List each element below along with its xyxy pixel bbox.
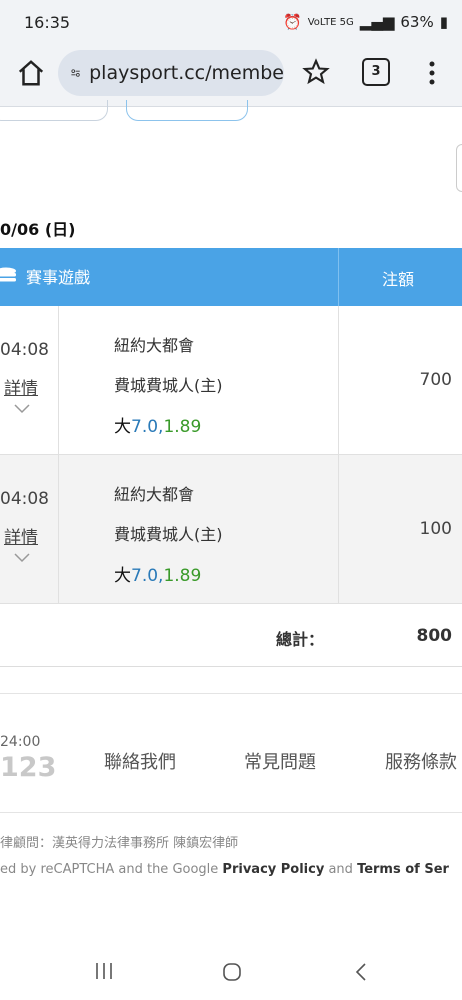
recaptcha-and: and: [324, 862, 358, 877]
chevron-down-icon[interactable]: [14, 404, 30, 414]
bet-line: 7.0,: [131, 417, 164, 437]
service-hours-text: 24:00: [0, 734, 41, 750]
system-nav-bar: [0, 940, 462, 1000]
filter-button-left[interactable]: [0, 100, 108, 121]
bet-amount: 100: [419, 519, 452, 539]
table-row: 04:08 詳情 紐約大都會 費城費城人(主) 大7.0,1.89 100: [0, 455, 462, 604]
bet-selection: 大7.0,1.89: [114, 561, 201, 586]
alarm-icon: ⏰: [283, 13, 302, 31]
footer-divider: [0, 812, 462, 813]
column-divider: [338, 455, 339, 603]
column-divider: [58, 306, 59, 454]
bet-line: 7.0,: [131, 566, 164, 586]
side-panel-edge: [456, 144, 462, 192]
header-divider: [338, 248, 339, 306]
recents-icon[interactable]: [94, 962, 114, 980]
terms-of-service-link[interactable]: Terms of Ser: [357, 862, 449, 877]
home-button-icon[interactable]: [222, 962, 242, 982]
url-text: playsport.cc/membe: [89, 62, 284, 84]
filter-button-right[interactable]: [126, 100, 248, 121]
bet-selection: 大7.0,1.89: [114, 412, 201, 437]
recaptcha-prefix: ed by reCAPTCHA and the Google: [0, 862, 223, 877]
bet-odds: 1.89: [163, 417, 202, 437]
total-value: 800: [416, 626, 453, 646]
faq-link[interactable]: 常見問題: [244, 748, 316, 774]
bet-amount: 700: [419, 370, 452, 390]
team-home: 費城費城人(主): [114, 376, 223, 395]
status-time: 16:35: [24, 13, 71, 32]
table-header: 賽事遊戲 注額: [0, 248, 462, 306]
home-icon[interactable]: [16, 58, 46, 88]
game-time: 04:08: [0, 489, 49, 509]
total-row: 總計： 800: [0, 604, 462, 667]
tab-switcher-icon[interactable]: 3: [362, 58, 390, 86]
detail-link[interactable]: 詳情: [4, 523, 38, 548]
detail-link[interactable]: 詳情: [4, 374, 38, 399]
column-divider: [338, 306, 339, 454]
address-bar[interactable]: playsport.cc/membe: [58, 50, 284, 96]
service-hours-number: 123: [0, 752, 57, 783]
signal-label: VoLTE 5G: [307, 16, 354, 28]
bet-odds: 1.89: [163, 566, 202, 586]
date-heading: 0/06 (日): [0, 220, 76, 239]
terms-link[interactable]: 服務條款: [385, 748, 457, 774]
bet-type: 大: [114, 566, 131, 586]
status-bar: 16:35 ⏰ VoLTE 5G ▂▄▆ 63% ▮: [0, 0, 462, 44]
team-away: 紐約大都會: [114, 336, 195, 355]
table-row: 04:08 詳情 紐約大都會 費城費城人(主) 大7.0,1.89 700: [0, 306, 462, 455]
footer-divider: [0, 693, 462, 694]
header-game: 賽事遊戲: [0, 264, 90, 288]
bookmark-star-icon[interactable]: [302, 58, 330, 86]
signal-bars-icon: ▂▄▆: [359, 13, 395, 31]
legal-advisor-text: 律顧問：漢英得力法律事務所 陳鎮宏律師: [0, 836, 239, 851]
game-time: 04:08: [0, 340, 49, 360]
privacy-policy-link[interactable]: Privacy Policy: [222, 862, 324, 877]
service-hours: 24:00 123: [0, 734, 56, 783]
site-settings-icon[interactable]: [70, 61, 81, 85]
status-icons: ⏰ VoLTE 5G ▂▄▆ 63% ▮: [283, 13, 448, 31]
back-icon[interactable]: [354, 962, 368, 982]
browser-toolbar: playsport.cc/membe 3: [0, 44, 462, 107]
total-label: 總計：: [276, 630, 325, 649]
team-away: 紐約大都會: [114, 485, 195, 504]
header-game-label: 賽事遊戲: [26, 268, 91, 287]
contact-us-link[interactable]: 聯絡我們: [104, 748, 176, 774]
column-divider: [58, 455, 59, 603]
team-home: 費城費城人(主): [114, 525, 223, 544]
chevron-down-icon[interactable]: [14, 553, 30, 563]
coin-stack-icon: [0, 267, 16, 282]
recaptcha-notice: ed by reCAPTCHA and the Google Privacy P…: [0, 862, 449, 877]
battery-icon: ▮: [439, 13, 448, 31]
battery-level: 63%: [400, 13, 434, 31]
more-menu-icon[interactable]: [424, 58, 440, 88]
header-amount-label: 注額: [382, 270, 415, 289]
bet-type: 大: [114, 417, 131, 437]
